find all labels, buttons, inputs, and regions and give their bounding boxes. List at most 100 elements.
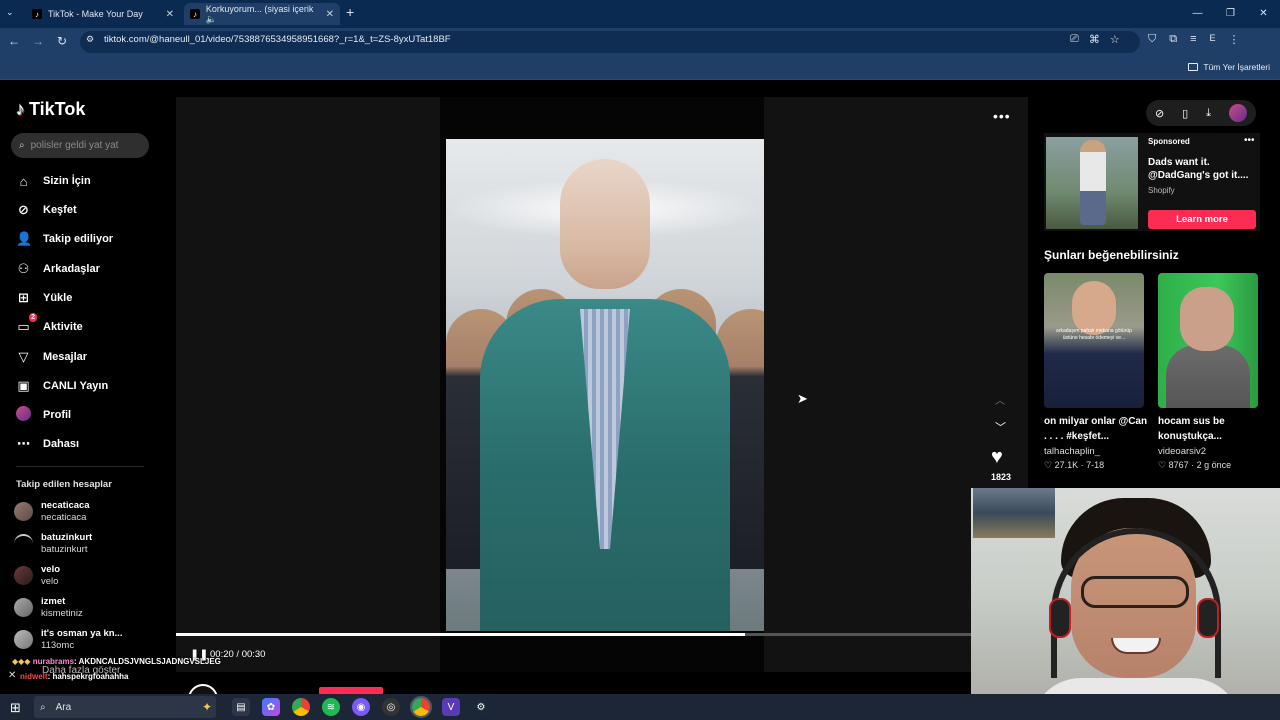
nav-live[interactable]: ▣ CANLI Yayın bbox=[16, 376, 108, 396]
chat-badges-icon: ◆◆◆ bbox=[12, 657, 33, 666]
chrome-active-icon[interactable] bbox=[410, 696, 432, 718]
download-icon[interactable]: ⤓ bbox=[1206, 107, 1211, 120]
ad-more-icon[interactable]: ••• bbox=[1244, 135, 1255, 146]
following-item[interactable]: velo velo bbox=[14, 564, 60, 588]
tab-label: TikTok - Make Your Day bbox=[48, 9, 143, 19]
like-heart-icon[interactable]: ♥ bbox=[991, 446, 1003, 469]
suggestions-title: Şunları beğenebilirsiniz bbox=[1044, 248, 1179, 262]
tab-label: Korkuyorum... (siyasi içerik 🔈 bbox=[205, 3, 314, 24]
reload-icon[interactable]: ↻ bbox=[54, 34, 70, 48]
suggested-video-thumbnail[interactable] bbox=[1158, 273, 1258, 408]
nav-upload[interactable]: ⊞ Yükle bbox=[16, 288, 72, 308]
close-tab-icon[interactable]: ✕ bbox=[326, 9, 334, 20]
suggested-caption[interactable]: on milyar onlar @Can . . . . #keşfet... bbox=[1044, 414, 1148, 444]
vpn-icon[interactable]: V bbox=[442, 698, 460, 716]
following-item[interactable]: izmet kismetiniz bbox=[14, 596, 83, 620]
more-options-icon[interactable]: ••• bbox=[993, 108, 1011, 124]
messages-icon: ▽ bbox=[18, 349, 29, 364]
new-tab-button[interactable]: + bbox=[346, 4, 354, 20]
url-text[interactable]: tiktok.com/@haneull_01/video/75388765349… bbox=[104, 34, 451, 45]
tiktok-logo[interactable]: ♪ TikTok bbox=[16, 99, 85, 120]
avatar bbox=[14, 566, 33, 585]
tiktok-favicon-icon: ♪ bbox=[32, 9, 42, 19]
following-item[interactable]: it's osman ya kn... 113omc bbox=[14, 628, 122, 652]
progress-fill bbox=[176, 633, 746, 636]
nav-label: Yükle bbox=[43, 292, 73, 304]
like-count: 1823 bbox=[990, 472, 1012, 482]
nav-label: Profil bbox=[43, 409, 72, 421]
nav-for-you[interactable]: ⌂ Sizin İçin bbox=[16, 171, 91, 191]
site-info-icon[interactable]: ⚙ bbox=[86, 34, 94, 45]
following-item[interactable]: batuzinkurt batuzinkurt bbox=[14, 532, 92, 556]
all-bookmarks-label: Tüm Yer İşaretleri bbox=[1203, 62, 1270, 72]
following-item[interactable]: necaticaca necaticaca bbox=[14, 500, 90, 524]
obs-icon[interactable]: ◎ bbox=[382, 698, 400, 716]
headset-earcup bbox=[1197, 598, 1219, 638]
menu-icon[interactable]: ⋮ bbox=[1229, 33, 1240, 46]
profile-avatar[interactable]: E bbox=[1210, 33, 1216, 46]
nav-friends[interactable]: ⚇ Arkadaşlar bbox=[16, 259, 100, 279]
browser-tab-video[interactable]: ♪ Korkuyorum... (siyasi içerik 🔈 ✕ bbox=[184, 3, 340, 25]
restore-icon[interactable]: ❐ bbox=[1214, 0, 1247, 28]
search-input[interactable]: ⌕ polisler geldi yat yat bbox=[11, 133, 149, 158]
suggested-caption[interactable]: hocam sus be konuştukça... bbox=[1158, 414, 1262, 444]
nav-messages[interactable]: ▽ Mesajlar bbox=[16, 347, 88, 367]
steam-icon[interactable]: ⚙ bbox=[472, 698, 490, 716]
close-chat-icon[interactable]: ✕ bbox=[8, 670, 16, 681]
nav-label: CANLI Yayın bbox=[43, 380, 109, 392]
window-controls: — ❐ ✕ bbox=[1181, 0, 1280, 28]
suggested-user[interactable]: talhachaplin_ bbox=[1044, 446, 1100, 457]
shield-icon[interactable]: ⛉ bbox=[1148, 33, 1156, 46]
tiktok-note-icon: ♪ bbox=[16, 99, 25, 119]
coins-icon[interactable]: ⊘ bbox=[1155, 107, 1164, 120]
nav-activity[interactable]: ▭ 2 Aktivite bbox=[16, 313, 83, 337]
learn-more-button[interactable]: Learn more bbox=[1148, 210, 1256, 229]
activity-badge: 2 bbox=[29, 313, 37, 322]
home-icon: ⌂ bbox=[19, 173, 28, 189]
forward-icon[interactable]: → bbox=[30, 34, 46, 48]
bookmark-star-icon[interactable]: ☆ bbox=[1110, 33, 1120, 46]
user-avatar[interactable] bbox=[1228, 104, 1247, 122]
previous-video-icon[interactable]: ︿ bbox=[995, 392, 1005, 407]
suggested-video-thumbnail[interactable]: arkadaşım pahalı mekana götürüp üstüne h… bbox=[1044, 273, 1144, 408]
all-bookmarks-button[interactable]: Tüm Yer İşaretleri bbox=[1188, 62, 1270, 72]
minimize-icon[interactable]: — bbox=[1181, 0, 1214, 28]
copilot-icon[interactable]: ✿ bbox=[262, 698, 280, 716]
taskbar-search[interactable]: ⌕ Ara ✦ bbox=[34, 696, 216, 718]
spotify-icon[interactable]: ≋ bbox=[322, 698, 340, 716]
headset-earcup bbox=[1049, 598, 1071, 638]
friends-icon: ⚇ bbox=[17, 261, 30, 276]
close-window-icon[interactable]: ✕ bbox=[1247, 0, 1280, 28]
nav-following[interactable]: 👤 Takip ediliyor bbox=[16, 229, 113, 249]
suggested-meta: ♡ 8767 · 2 g önce bbox=[1158, 460, 1232, 470]
following-handle: kismetiniz bbox=[41, 608, 83, 619]
next-video-icon[interactable]: ﹀ bbox=[995, 419, 1006, 435]
suggested-user[interactable]: videoarsiv2 bbox=[1158, 446, 1206, 457]
discord-icon[interactable]: ◉ bbox=[352, 698, 370, 716]
wall-picture bbox=[973, 488, 1055, 538]
install-app-icon[interactable]: ⎚ bbox=[1070, 33, 1079, 46]
ad-brand: Shopify bbox=[1148, 186, 1175, 195]
close-tab-icon[interactable]: ✕ bbox=[166, 9, 174, 20]
suggested-meta: ♡ 27.1K · 7-18 bbox=[1044, 460, 1105, 470]
top-actions: ⊘ ▯ ⤓ bbox=[1146, 100, 1256, 126]
device-icon[interactable]: ▯ bbox=[1182, 107, 1188, 120]
translate-icon[interactable]: ⌘ bbox=[1089, 33, 1100, 46]
nav-label: Sizin İçin bbox=[43, 175, 91, 187]
nav-profile[interactable]: Profil bbox=[16, 405, 71, 425]
chrome-icon[interactable] bbox=[292, 698, 310, 716]
task-view-icon[interactable]: ▤ bbox=[232, 698, 250, 716]
upload-icon: ⊞ bbox=[18, 290, 29, 305]
back-icon[interactable]: ← bbox=[6, 34, 22, 48]
avatar bbox=[14, 630, 33, 649]
browser-tab-tiktok[interactable]: ♪ TikTok - Make Your Day ✕ bbox=[26, 3, 180, 25]
nav-explore[interactable]: ⊘ Keşfet bbox=[16, 200, 77, 220]
chat-message: nidwelt: hahspekrgfoahahha bbox=[20, 672, 128, 681]
following-name: it's osman ya kn... bbox=[41, 628, 123, 639]
media-icon[interactable]: ≡ bbox=[1190, 33, 1196, 46]
nav-more[interactable]: ⋯ Dahası bbox=[16, 434, 79, 454]
video-frame[interactable] bbox=[446, 139, 764, 631]
tab-search-icon[interactable]: ⌄ bbox=[6, 7, 14, 18]
extensions-icon[interactable]: ⧉ bbox=[1169, 33, 1177, 46]
windows-start-icon[interactable]: ⊞ bbox=[10, 700, 21, 716]
